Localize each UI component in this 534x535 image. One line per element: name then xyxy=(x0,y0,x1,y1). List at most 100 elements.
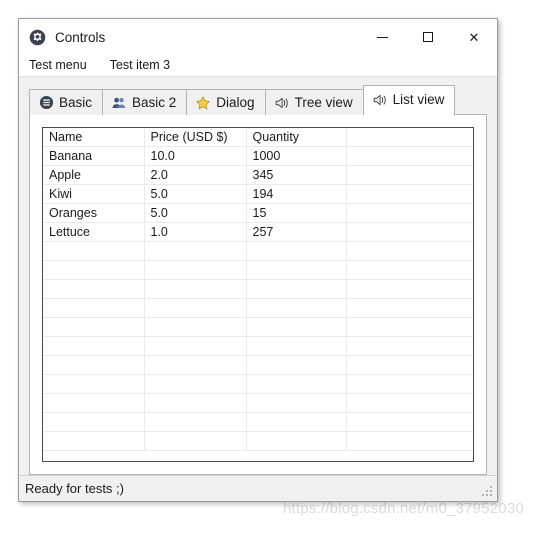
table-cell-empty xyxy=(246,431,347,451)
table-cell-empty xyxy=(43,279,145,299)
table-cell-empty xyxy=(144,412,247,432)
tab-list-view[interactable]: List view xyxy=(362,85,456,115)
list-view-table-container[interactable]: Name Price (USD $) Quantity Banana 10.0 10… xyxy=(42,127,474,462)
table-cell-empty xyxy=(144,374,247,394)
speaker-icon xyxy=(274,95,290,111)
table-cell-empty xyxy=(346,431,473,451)
window-controls: ✕ xyxy=(359,19,497,55)
table-cell: 345 xyxy=(246,165,347,185)
table-cell: 1.0 xyxy=(144,222,247,242)
table-cell-empty xyxy=(346,241,473,261)
tab-label: Basic 2 xyxy=(132,95,177,110)
table-cell-empty xyxy=(346,298,473,318)
table-cell-empty xyxy=(144,260,247,280)
table-cell-empty xyxy=(346,260,473,280)
table-cell-empty xyxy=(43,317,145,337)
tab-tree-view[interactable]: Tree view xyxy=(264,89,364,115)
table-cell-empty xyxy=(246,412,347,432)
tab-basic-2[interactable]: Basic 2 xyxy=(102,89,188,115)
table-row-empty xyxy=(43,298,473,318)
table-cell-empty xyxy=(144,355,247,375)
table-row-empty xyxy=(43,336,473,356)
minimize-icon xyxy=(376,36,388,38)
table-cell-empty xyxy=(346,279,473,299)
menu-bar: Test menu Test item 3 xyxy=(19,55,497,77)
tab-label: Basic xyxy=(59,95,93,110)
menu-item-test-item-3[interactable]: Test item 3 xyxy=(106,56,179,75)
table-cell-empty xyxy=(246,393,347,413)
table-row-empty xyxy=(43,241,473,261)
table-cell-empty xyxy=(346,412,473,432)
column-header-price[interactable]: Price (USD $) xyxy=(144,128,247,147)
tab-label: Dialog xyxy=(216,95,255,110)
table-cell-empty xyxy=(144,317,247,337)
table-cell: Lettuce xyxy=(43,222,145,242)
table-cell-empty xyxy=(43,260,145,280)
table-cell-empty xyxy=(43,355,145,375)
screen: https://blog.csdn.net/m0_37952030 Contro… xyxy=(0,0,534,535)
table-cell-empty xyxy=(246,298,347,318)
table-cell-empty xyxy=(246,355,347,375)
table-cell-empty xyxy=(144,336,247,356)
column-header-name[interactable]: Name xyxy=(43,128,145,147)
table-row-empty xyxy=(43,431,473,451)
table-row-empty xyxy=(43,279,473,299)
table-cell: 10.0 xyxy=(144,146,247,166)
table-cell xyxy=(346,203,473,223)
table-cell-empty xyxy=(346,374,473,394)
circle-list-icon xyxy=(38,95,54,111)
table-cell-empty xyxy=(144,241,247,261)
table-cell-empty xyxy=(43,412,145,432)
table-cell-empty xyxy=(43,374,145,394)
table-cell: 1000 xyxy=(246,146,347,166)
table-header: Name Price (USD $) Quantity xyxy=(43,128,473,147)
table-cell: Banana xyxy=(43,146,145,166)
users-icon xyxy=(111,95,127,111)
table-cell xyxy=(346,222,473,242)
tab-dialog[interactable]: Dialog xyxy=(186,89,266,115)
title-bar: Controls ✕ xyxy=(19,19,497,55)
table-cell-empty xyxy=(43,298,145,318)
table-cell-empty xyxy=(144,393,247,413)
table-cell xyxy=(346,146,473,166)
table-cell-empty xyxy=(246,374,347,394)
speaker-icon xyxy=(372,92,388,108)
table-row[interactable]: Kiwi 5.0 194 xyxy=(43,184,473,204)
column-header-empty[interactable] xyxy=(346,128,473,147)
table-cell-empty xyxy=(246,279,347,299)
table-row-empty xyxy=(43,355,473,375)
minimize-button[interactable] xyxy=(359,19,405,55)
table-row-empty xyxy=(43,317,473,337)
tab-strip: Basic Basic 2 Dialog Tree view List view xyxy=(29,85,487,115)
table-cell-empty xyxy=(246,241,347,261)
close-icon: ✕ xyxy=(468,29,480,45)
table-cell-empty xyxy=(246,317,347,337)
column-header-quantity[interactable]: Quantity xyxy=(246,128,347,147)
window-body: Basic Basic 2 Dialog Tree view List view… xyxy=(19,77,497,475)
table-cell-empty xyxy=(144,431,247,451)
star-icon xyxy=(195,95,211,111)
list-view-table: Name Price (USD $) Quantity Banana 10.0 10… xyxy=(43,128,473,451)
table-row[interactable]: Banana 10.0 1000 xyxy=(43,146,473,166)
table-row[interactable]: Oranges 5.0 15 xyxy=(43,203,473,223)
table-cell-empty xyxy=(144,279,247,299)
table-row[interactable]: Lettuce 1.0 257 xyxy=(43,222,473,242)
table-cell xyxy=(346,184,473,204)
window-title: Controls xyxy=(55,29,106,45)
maximize-button[interactable] xyxy=(405,19,451,55)
table-row-empty xyxy=(43,374,473,394)
table-cell-empty xyxy=(346,393,473,413)
table-cell: Oranges xyxy=(43,203,145,223)
table-cell: 2.0 xyxy=(144,165,247,185)
table-row-empty xyxy=(43,412,473,432)
tab-basic[interactable]: Basic xyxy=(29,89,104,115)
status-bar: Ready for tests ;) xyxy=(19,475,497,501)
close-button[interactable]: ✕ xyxy=(451,19,497,55)
menu-item-test-menu[interactable]: Test menu xyxy=(25,56,96,75)
table-cell-empty xyxy=(43,241,145,261)
resize-grip[interactable] xyxy=(481,485,494,498)
watermark: https://blog.csdn.net/m0_37952030 xyxy=(283,500,524,517)
table-row[interactable]: Apple 2.0 345 xyxy=(43,165,473,185)
table-cell: 194 xyxy=(246,184,347,204)
table-cell: 5.0 xyxy=(144,203,247,223)
